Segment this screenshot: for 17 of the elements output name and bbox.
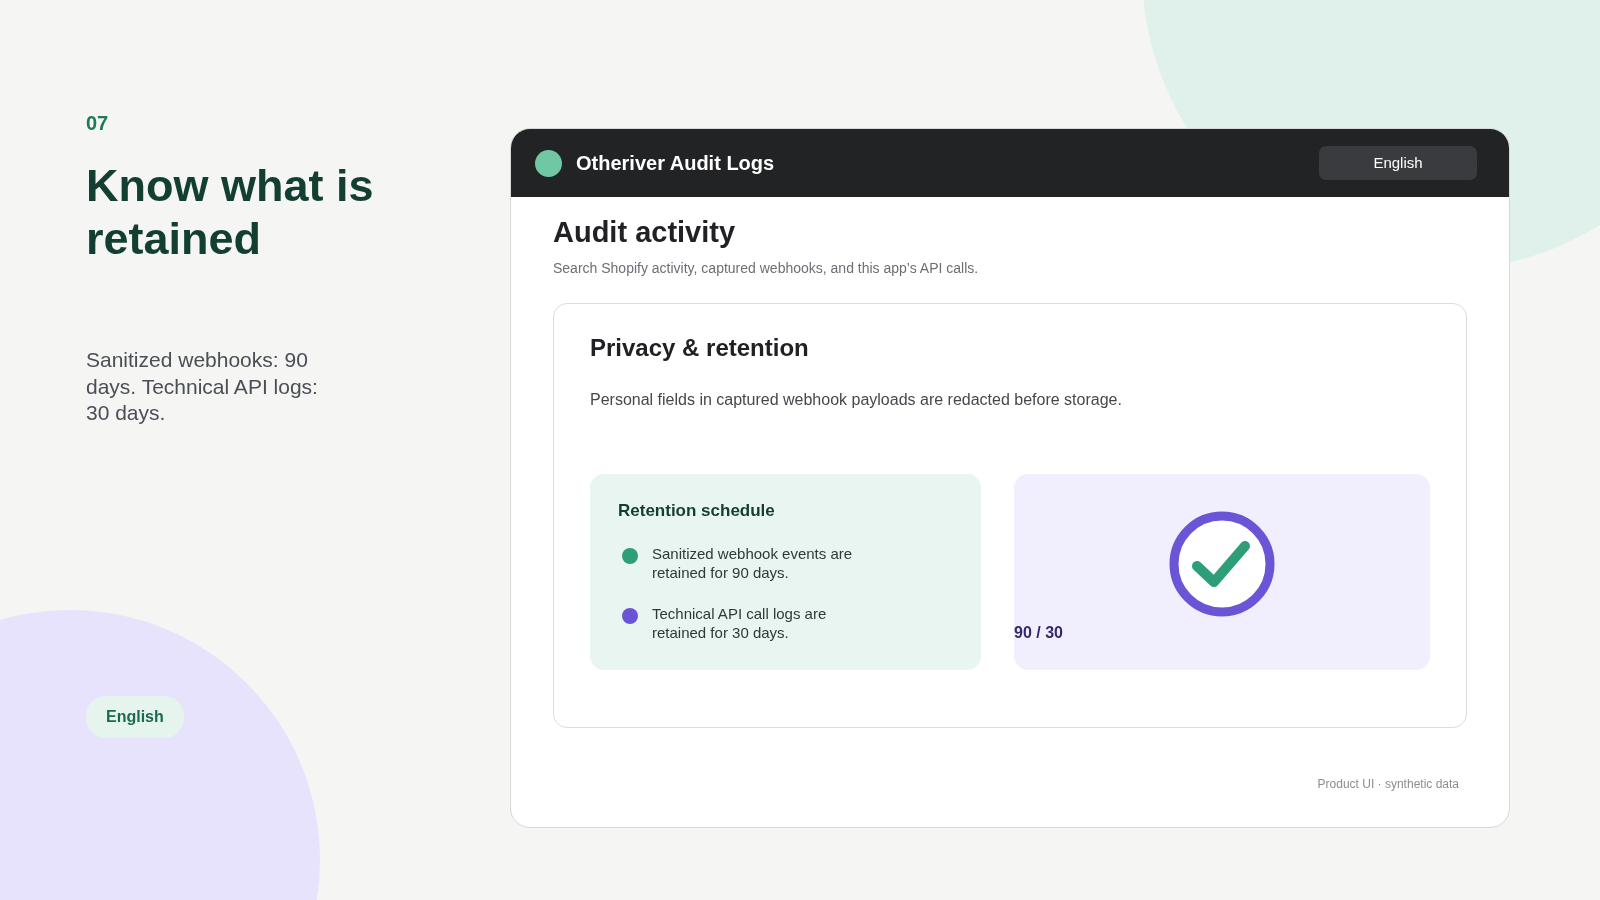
schedule-item: Technical API call logs are retained for 30 days. xyxy=(652,604,828,643)
language-button[interactable]: English xyxy=(1319,146,1477,180)
page-heading: Audit activity xyxy=(553,215,737,250)
card-text: Personal fields in captured webhook payloads are redacted before storage. xyxy=(590,389,1123,410)
check-ring-icon xyxy=(1169,510,1275,617)
slide-number: 07 xyxy=(86,111,110,136)
headline: Know what is retained xyxy=(86,160,375,266)
panel-title: Retention schedule xyxy=(618,499,776,522)
logo-dot-icon xyxy=(535,149,562,177)
footer-note: Product UI · synthetic data xyxy=(1317,776,1460,793)
schedule-item: Sanitized webhook events are retained for 90 days. xyxy=(652,545,854,583)
language-pill: English xyxy=(86,696,184,738)
retention-ratio: 90 / 30 xyxy=(1014,622,1064,643)
card-title: Privacy & retention xyxy=(590,332,810,363)
page-subtitle: Search Shopify activity, captured webhooks, and this app’s API calls. xyxy=(553,258,980,278)
app-title: Otheriver Audit Logs xyxy=(576,151,775,176)
summary-text: Sanitized webhooks: 90 days. Technical API logs: 30 days. xyxy=(86,347,319,426)
